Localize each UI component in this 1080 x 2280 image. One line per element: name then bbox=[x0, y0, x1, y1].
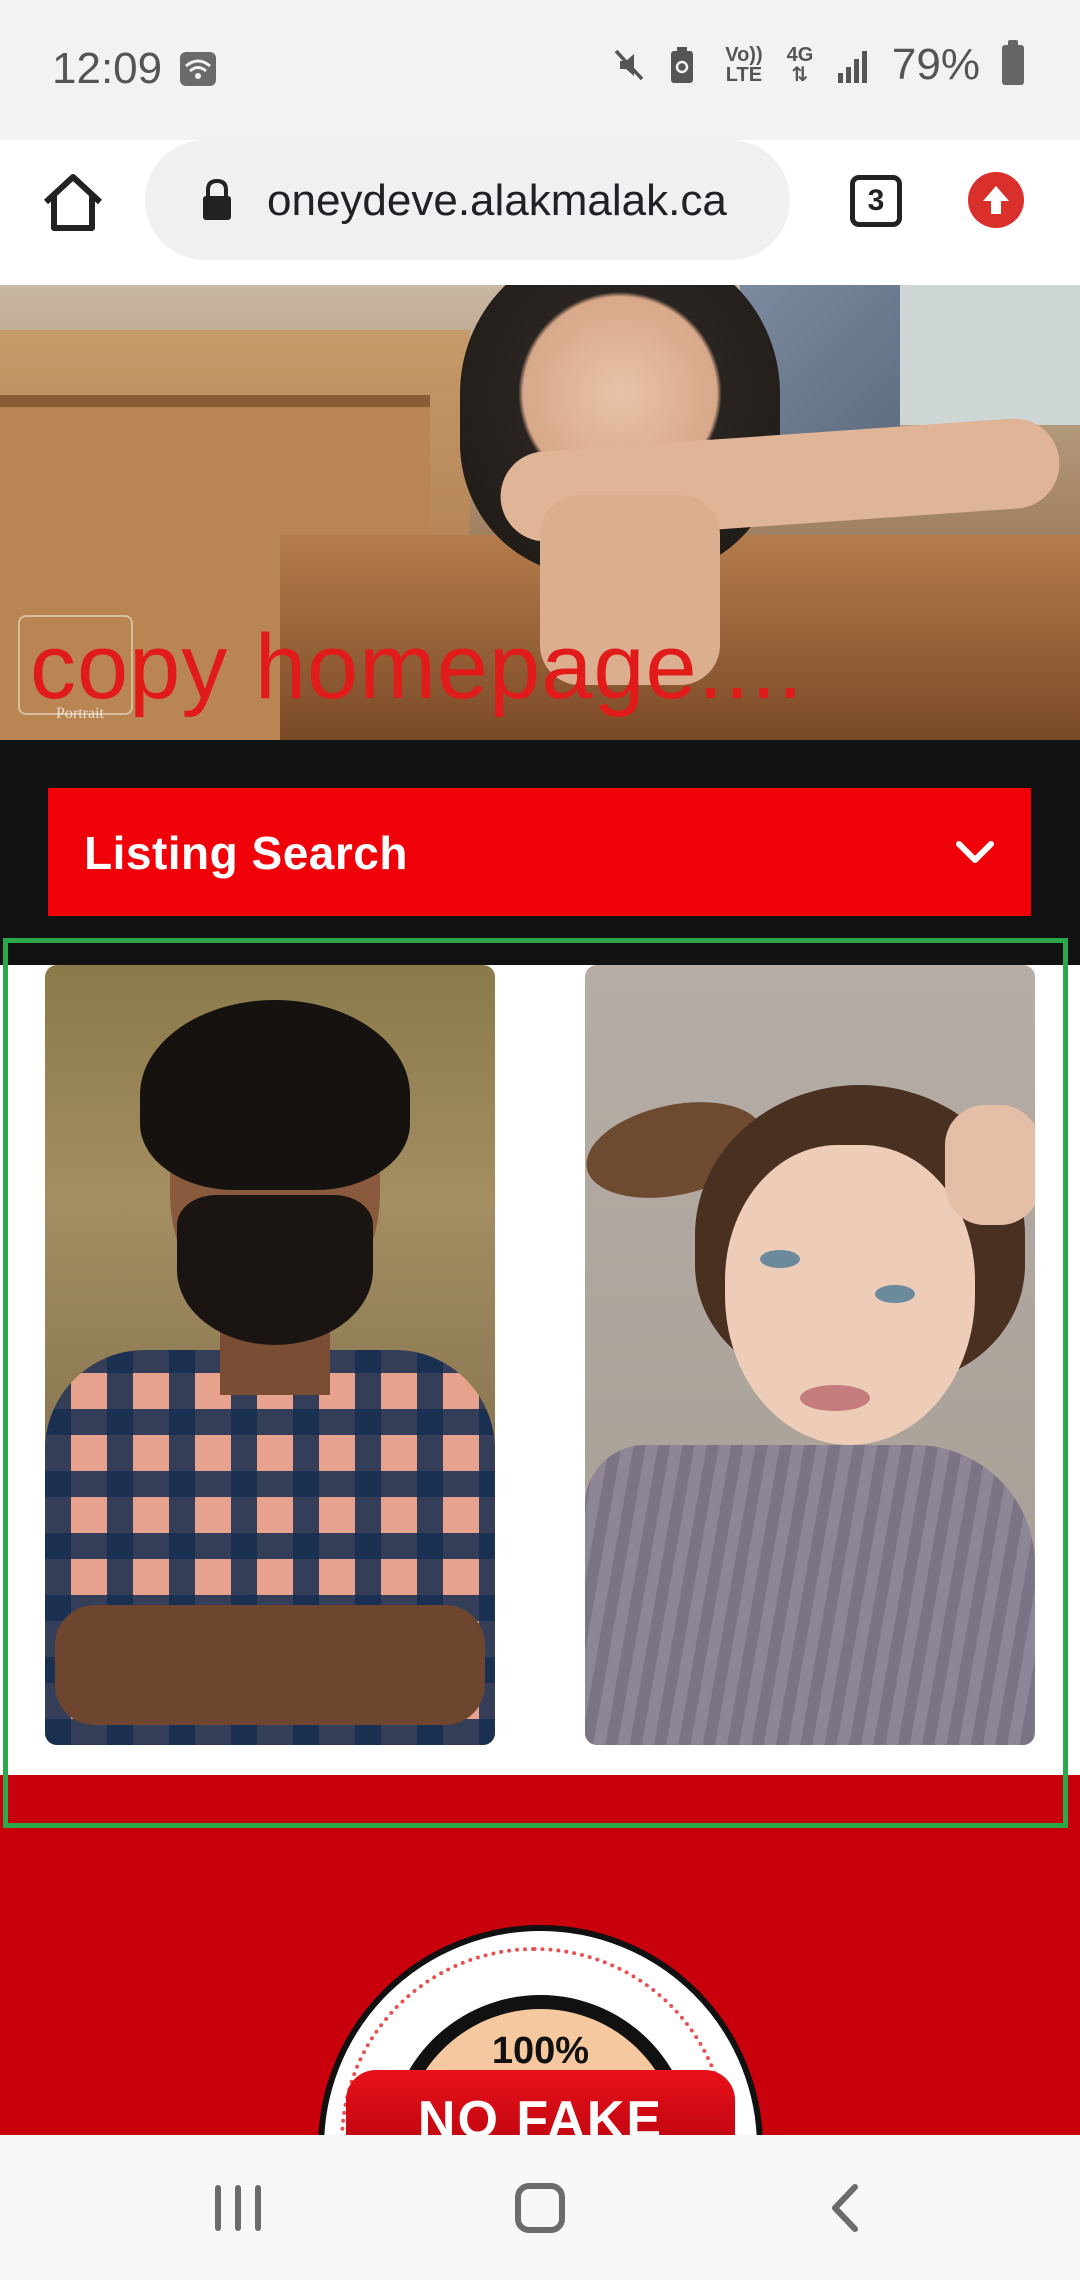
mute-icon bbox=[612, 45, 646, 85]
lock-icon bbox=[200, 178, 234, 222]
man-arms bbox=[55, 1605, 485, 1725]
status-icons: Vo)) LTE 4G ⇅ 79% bbox=[612, 40, 1024, 90]
hero-banner: Portrait copy homepage.... bbox=[0, 285, 1080, 740]
status-time: 12:09 bbox=[52, 44, 163, 93]
home-button-icon[interactable] bbox=[515, 2183, 565, 2233]
hero-title: copy homepage.... bbox=[30, 616, 804, 718]
battery-percent: 79% bbox=[891, 40, 980, 89]
system-nav-bar bbox=[0, 2135, 1080, 2280]
badge-percent: 100% bbox=[491, 2030, 590, 2072]
recents-icon[interactable] bbox=[215, 2185, 261, 2231]
home-icon[interactable] bbox=[38, 168, 108, 238]
battery-icon bbox=[1002, 40, 1024, 85]
signal-icon bbox=[836, 45, 870, 85]
tabs-icon[interactable]: 3 bbox=[850, 175, 902, 227]
upload-icon[interactable] bbox=[968, 172, 1024, 228]
battery-saver-icon bbox=[668, 45, 702, 85]
man-hair bbox=[140, 1000, 410, 1190]
network-gen-indicator: 4G ⇅ bbox=[786, 44, 814, 86]
woman-eye-right bbox=[875, 1285, 915, 1303]
woman-sweater bbox=[585, 1445, 1035, 1745]
volte-indicator: Vo)) LTE bbox=[725, 44, 763, 86]
listing-search-dropdown[interactable]: Listing Search bbox=[48, 788, 1031, 916]
profile-card-man[interactable] bbox=[45, 965, 495, 1745]
browser-toolbar: oneydeve.alakmalak.ca 3 bbox=[0, 140, 1080, 285]
woman-lips bbox=[800, 1385, 870, 1411]
wifi-icon bbox=[180, 52, 216, 86]
listing-search-label: Listing Search bbox=[84, 827, 408, 879]
url-text[interactable]: oneydeve.alakmalak.ca bbox=[267, 176, 727, 226]
status-bar: 12:09 Vo)) LTE 4G ⇅ 79% bbox=[0, 0, 1080, 140]
man-beard bbox=[177, 1195, 373, 1345]
woman-hand bbox=[945, 1105, 1035, 1225]
chevron-down-icon[interactable] bbox=[953, 830, 997, 874]
woman-eye-left bbox=[760, 1250, 800, 1268]
profile-card-woman[interactable] bbox=[585, 965, 1035, 1745]
back-icon[interactable] bbox=[825, 2183, 865, 2233]
address-bar[interactable]: oneydeve.alakmalak.ca bbox=[145, 140, 790, 260]
